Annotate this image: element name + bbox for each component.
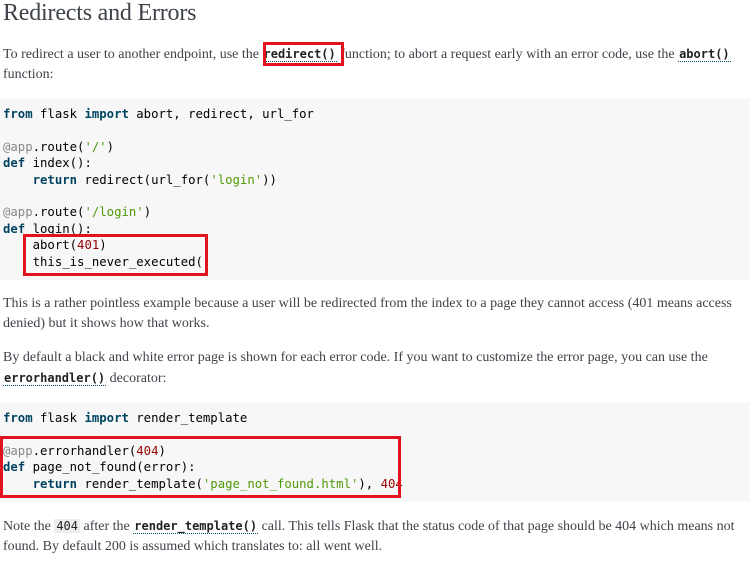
intro-text-2: function; to abort a request early with … xyxy=(336,47,679,62)
explanation-paragraph: This is a rather pointless example becau… xyxy=(3,296,732,331)
code-line: from flask import render_template xyxy=(3,411,248,425)
intro-text-3: function: xyxy=(3,67,54,82)
note-text-2: after the xyxy=(80,519,134,534)
code-line: @app.route('/') xyxy=(3,139,115,154)
highlight-box-redirect xyxy=(263,42,344,66)
note-text-1: Note the xyxy=(3,519,55,534)
errorhandler-function-link[interactable]: errorhandler() xyxy=(3,371,107,386)
code-line: def index(): xyxy=(3,156,92,171)
code-line: @app.route('/login') xyxy=(3,205,152,220)
intro-paragraph: To redirect a user to another endpoint, … xyxy=(3,44,747,85)
errorhandler-text-2: decorator: xyxy=(106,371,167,386)
intro-text-1: To redirect a user to another endpoint, … xyxy=(3,47,263,62)
page-title: Redirects and Errors xyxy=(3,0,197,26)
abort-function-link[interactable]: abort() xyxy=(678,47,731,62)
code-404: 404 xyxy=(54,519,81,533)
errorhandler-paragraph: By default a black and white error page … xyxy=(3,348,747,389)
highlight-box-errorhandler xyxy=(0,436,401,498)
render-template-function-link[interactable]: render_template() xyxy=(133,519,259,534)
code-line: return redirect(url_for('login')) xyxy=(32,172,277,187)
code-line: from flask import abort, redirect, url_f… xyxy=(3,107,314,121)
errorhandler-text-1: By default a black and white error page … xyxy=(3,350,708,365)
highlight-box-abort xyxy=(23,234,208,276)
note-paragraph: Note the 404 after the render_template()… xyxy=(3,516,747,557)
